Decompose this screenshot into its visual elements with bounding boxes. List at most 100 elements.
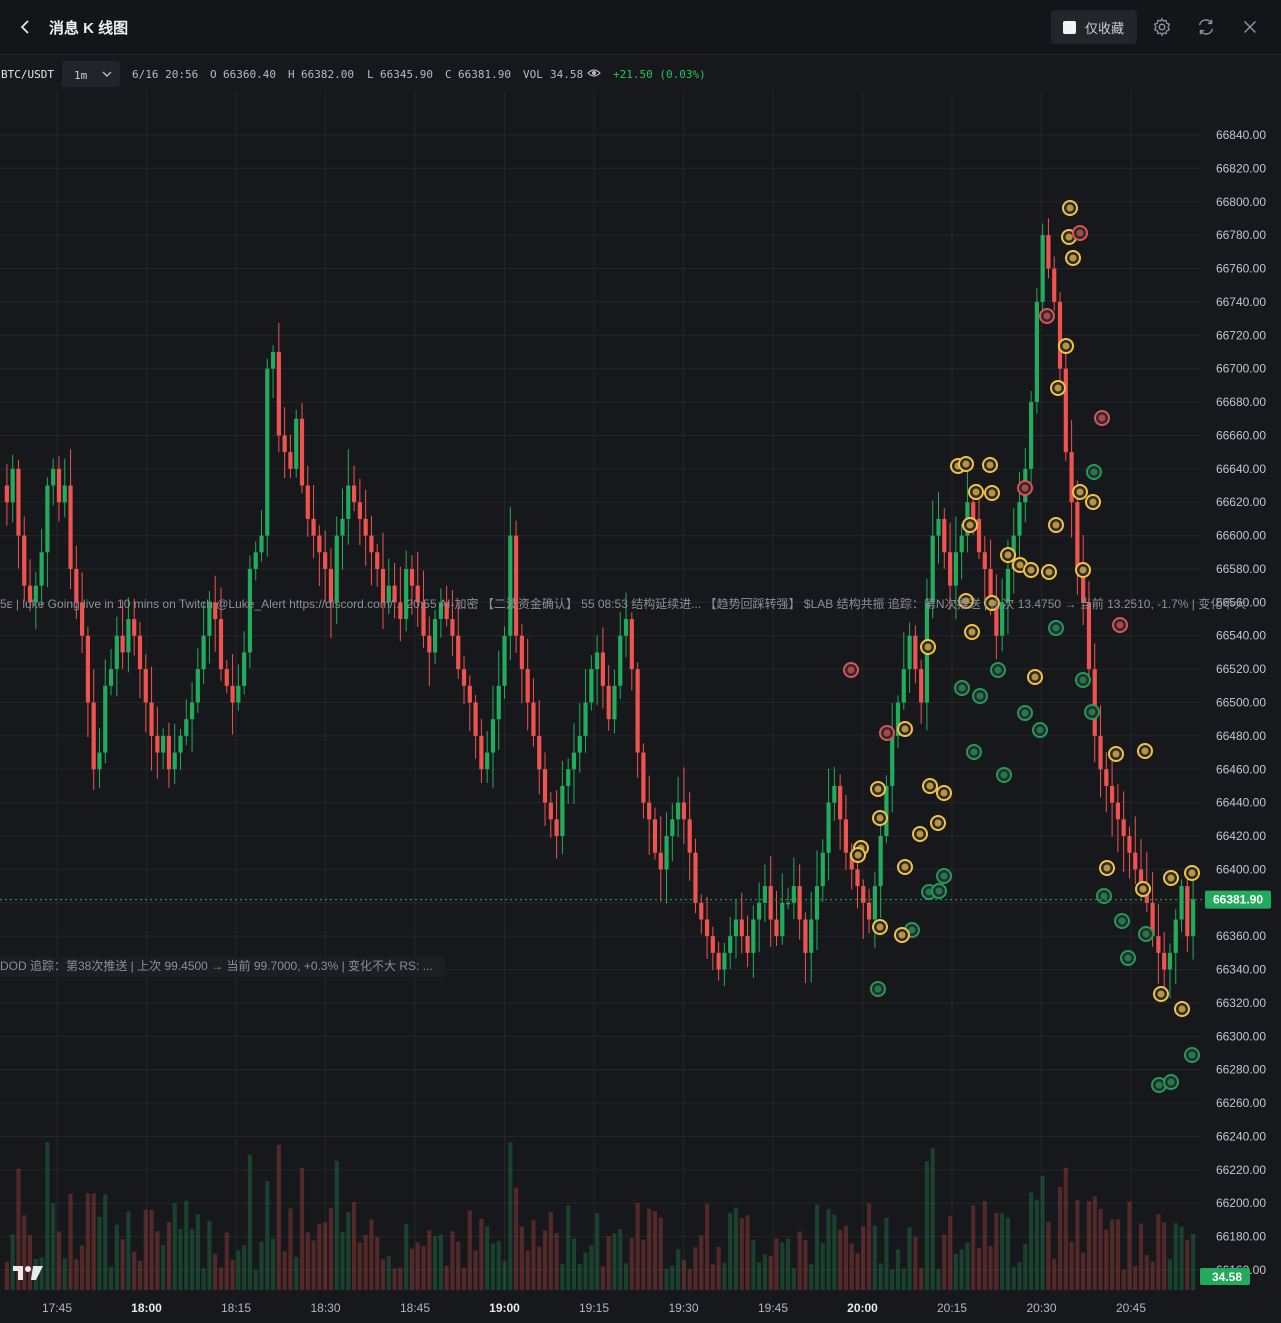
candle-body bbox=[722, 952, 727, 970]
price-axis-label: 66640.00 bbox=[1216, 462, 1266, 476]
candle-body bbox=[919, 669, 924, 703]
candle-body bbox=[791, 886, 796, 903]
volume-bar bbox=[317, 1223, 322, 1290]
candle-body bbox=[814, 886, 820, 920]
news-marker-avatar bbox=[1139, 885, 1147, 893]
price-axis-label: 66800.00 bbox=[1216, 195, 1266, 209]
volume-bar bbox=[450, 1231, 455, 1290]
news-marker-avatar bbox=[972, 488, 980, 496]
candle-body bbox=[450, 619, 455, 636]
volume-bar bbox=[1075, 1199, 1080, 1290]
volume-bar bbox=[676, 1249, 681, 1290]
news-marker-avatar bbox=[1076, 488, 1084, 496]
volume-bar bbox=[722, 1262, 727, 1290]
candle-body bbox=[953, 552, 958, 586]
volume-bar bbox=[571, 1238, 577, 1290]
candle-body bbox=[664, 836, 669, 870]
volume-bar bbox=[548, 1212, 553, 1290]
gear-icon[interactable] bbox=[1151, 16, 1173, 38]
last-price-label: 66381.90 bbox=[1213, 893, 1263, 907]
time-axis-label: 18:45 bbox=[400, 1301, 430, 1315]
candle-body bbox=[542, 769, 548, 803]
candle-body bbox=[571, 752, 577, 770]
candle-body bbox=[259, 535, 264, 553]
candle-body bbox=[1167, 952, 1173, 970]
eye-icon[interactable] bbox=[587, 67, 601, 79]
candle-body bbox=[161, 735, 166, 753]
volume-bar bbox=[218, 1267, 224, 1290]
volume-bar bbox=[542, 1230, 548, 1290]
volume-bar bbox=[427, 1230, 432, 1290]
volume-bar bbox=[91, 1193, 96, 1290]
candle-body bbox=[299, 418, 305, 486]
candle-body bbox=[143, 669, 148, 703]
candle-body bbox=[861, 886, 866, 903]
candle-body bbox=[409, 568, 415, 586]
interval-select[interactable]: 1m bbox=[62, 61, 120, 87]
news-marker-avatar bbox=[1188, 869, 1196, 877]
price-axis-label: 66740.00 bbox=[1216, 295, 1266, 309]
volume-bar bbox=[791, 1267, 796, 1290]
news-ticker-row[interactable]: DOD 追踪：第38次推送 | 上次 99.4500 → 当前 99.7000,… bbox=[0, 957, 445, 977]
high-value: 66382.00 bbox=[301, 68, 354, 81]
candle-body bbox=[132, 619, 137, 636]
candle-body bbox=[797, 886, 802, 920]
candle-body bbox=[901, 669, 906, 703]
candle-body bbox=[820, 852, 825, 887]
news-marker-avatar bbox=[1076, 229, 1084, 237]
volume-bar bbox=[467, 1210, 472, 1290]
candle-body bbox=[595, 652, 600, 670]
news-marker-avatar bbox=[883, 729, 891, 737]
low-label: L bbox=[367, 68, 374, 81]
news-marker-avatar bbox=[1103, 864, 1111, 872]
candle-body bbox=[323, 552, 328, 569]
news-marker-avatar bbox=[1045, 568, 1053, 576]
price-axis-label: 66220.00 bbox=[1216, 1163, 1266, 1177]
news-ticker-row[interactable]: 5ᴇ | luke Going live in 10 mins on Twitc… bbox=[0, 595, 1281, 615]
candle-body bbox=[739, 919, 744, 937]
volume-bar bbox=[890, 1269, 895, 1290]
volume-bar bbox=[612, 1233, 617, 1290]
back-arrow-icon[interactable] bbox=[14, 15, 38, 39]
volume-bar bbox=[224, 1232, 229, 1290]
candle-body bbox=[606, 685, 611, 720]
candle-body bbox=[265, 368, 270, 536]
last-volume-label: 34.58 bbox=[1212, 1270, 1242, 1284]
favorites-only-toggle[interactable]: 仅收藏 bbox=[1051, 10, 1137, 44]
volume-bar bbox=[1173, 1223, 1178, 1290]
volume-bar bbox=[340, 1231, 345, 1290]
candle-body bbox=[479, 735, 484, 770]
candle-body bbox=[612, 685, 617, 720]
volume-bar bbox=[670, 1265, 675, 1290]
news-marker-avatar bbox=[1167, 874, 1175, 882]
candle-body bbox=[618, 635, 623, 686]
volume-bar bbox=[230, 1259, 235, 1290]
volume-bar bbox=[814, 1204, 820, 1290]
volume-bar bbox=[942, 1234, 947, 1290]
favorites-checkbox[interactable] bbox=[1063, 20, 1076, 34]
candle-body bbox=[334, 535, 339, 603]
candle-body bbox=[178, 735, 183, 753]
volume-bar bbox=[693, 1247, 698, 1290]
volume-bar bbox=[519, 1226, 524, 1290]
news-marker-avatar bbox=[1155, 1081, 1163, 1089]
candlestick-chart[interactable]: 66840.00 66820.00 66800.00 66780.00 66760.00… bbox=[0, 92, 1281, 1323]
volume-bar bbox=[554, 1233, 559, 1290]
volume-bar bbox=[820, 1242, 825, 1290]
volume-bar bbox=[161, 1244, 166, 1290]
candle-body bbox=[1133, 852, 1138, 870]
refresh-icon[interactable] bbox=[1195, 16, 1217, 38]
candle-body bbox=[936, 518, 941, 536]
volume-bar bbox=[409, 1248, 415, 1290]
volume-bar bbox=[328, 1207, 334, 1290]
volume-bar bbox=[288, 1208, 293, 1290]
volume-bar bbox=[1034, 1199, 1039, 1290]
candle-body bbox=[1127, 836, 1132, 853]
price-axis-label: 66820.00 bbox=[1216, 161, 1266, 175]
candle-body bbox=[1063, 368, 1068, 453]
volume-bar bbox=[444, 1265, 449, 1290]
close-icon[interactable] bbox=[1239, 16, 1261, 38]
candle-body bbox=[681, 802, 686, 820]
candle-body bbox=[91, 702, 96, 770]
candle-body bbox=[502, 635, 507, 686]
